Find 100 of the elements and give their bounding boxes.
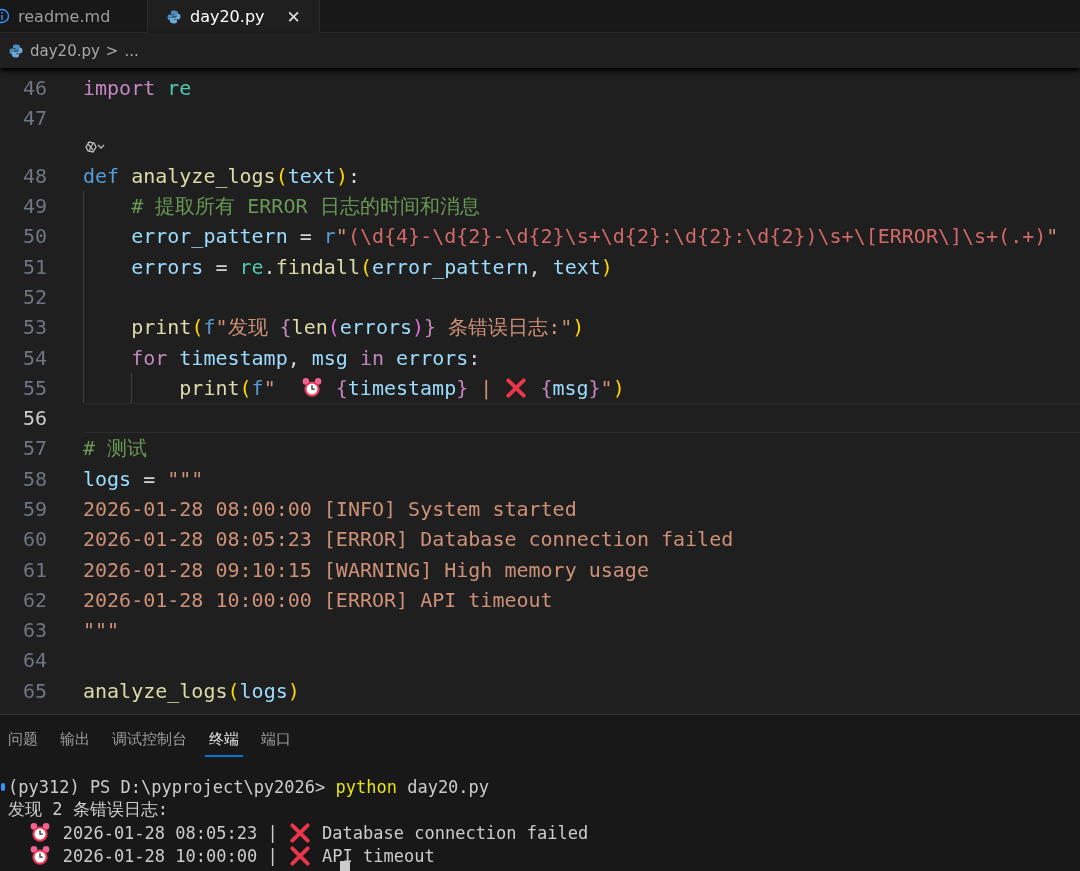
keyword: for xyxy=(131,345,168,370)
line-number: 46 xyxy=(21,76,47,101)
brace: } xyxy=(588,375,601,400)
line-number: 48 xyxy=(21,163,47,188)
function-name: print xyxy=(131,315,192,340)
bracket: ( xyxy=(359,254,372,279)
variable-name: logs xyxy=(239,678,288,703)
line-number: 58 xyxy=(21,466,47,491)
code-text: . xyxy=(263,254,276,279)
line-number: 62 xyxy=(21,587,47,612)
code-text: , xyxy=(287,345,300,370)
tab-label: readme.md xyxy=(18,6,111,26)
function-name: len xyxy=(291,315,328,340)
variable-name: logs xyxy=(83,466,132,491)
terminal-text: 2026-01-28 08:05:23 | xyxy=(62,822,278,843)
variable-name: error_pattern xyxy=(131,224,288,249)
terminal-text: Database connection failed xyxy=(322,822,589,843)
editor-tab[interactable]: readme.md xyxy=(0,0,148,32)
line-number: 64 xyxy=(21,648,47,673)
terminal-text: 2026-01-28 10:00:00 | xyxy=(62,845,278,866)
string-literal: " xyxy=(600,375,613,400)
string-literal: """ xyxy=(83,618,120,643)
string-literal: "发现 xyxy=(215,313,268,341)
variable-name: error_pattern xyxy=(372,254,529,279)
variable-name: text xyxy=(287,163,336,188)
module-name: re xyxy=(167,76,192,101)
line-number: 49 xyxy=(21,194,47,219)
brace: } xyxy=(424,315,437,340)
variable-name: timestamp xyxy=(179,345,288,370)
variable-name: errors xyxy=(396,345,469,370)
brace: } xyxy=(456,375,469,400)
terminal-text: (py312) PS D:\pyproject\py2026> xyxy=(8,776,326,797)
code-comment: # 提取所有 ERROR 日志的时间和消息 xyxy=(131,192,480,220)
editor-tab[interactable]: day20.py ✕ xyxy=(148,0,320,33)
line-number: 53 xyxy=(21,315,47,340)
bracket: ( xyxy=(191,315,204,340)
breadcrumb-item[interactable]: ... xyxy=(124,41,139,60)
variable-name: timestamp xyxy=(347,375,457,400)
function-name: print xyxy=(179,375,240,400)
bracket: ) xyxy=(287,678,300,703)
string-literal: " xyxy=(1046,224,1059,249)
code-text: : xyxy=(468,345,481,370)
panel-tab[interactable]: 问题 xyxy=(4,719,52,757)
terminal-text: 发现 2 条错误日志: xyxy=(8,798,168,821)
string-literal: 2026-01-28 10:00:00 [ERROR] API timeout xyxy=(83,587,553,612)
keyword: in xyxy=(359,345,384,370)
breadcrumb-item[interactable]: day20.py xyxy=(30,41,100,60)
terminal-text: day20.py xyxy=(407,776,490,797)
keyword: import xyxy=(83,76,156,101)
bracket: ( xyxy=(327,315,340,340)
string-literal: """ xyxy=(167,466,204,491)
code-comment: # 测试 xyxy=(83,434,148,462)
brace: { xyxy=(279,315,292,340)
string-literal: " xyxy=(335,224,348,249)
keyword: def xyxy=(83,163,120,188)
string-literal: | xyxy=(480,375,493,400)
string-literal: " xyxy=(263,375,276,400)
keyword: r xyxy=(323,224,336,249)
line-number: 47 xyxy=(21,106,47,131)
line-number: 60 xyxy=(21,527,47,552)
bracket: ) xyxy=(600,254,613,279)
bracket: ) xyxy=(335,163,348,188)
string-literal: 条错误日志:" xyxy=(448,313,573,341)
keyword: f xyxy=(251,375,264,400)
line-number: 54 xyxy=(21,345,47,370)
line-number: 50 xyxy=(21,224,47,249)
panel-tab[interactable]: 调试控制台 xyxy=(108,719,201,757)
bracket: ( xyxy=(275,163,288,188)
line-number: 59 xyxy=(21,497,47,521)
brace: { xyxy=(335,375,348,400)
close-button[interactable]: ✕ xyxy=(272,6,301,27)
variable-name: msg xyxy=(311,345,348,370)
bracket: ) xyxy=(572,315,585,340)
panel-tab[interactable]: 终端 xyxy=(205,719,243,757)
line-number: 65 xyxy=(21,678,47,703)
keyword: f xyxy=(203,315,216,340)
variable-name: errors xyxy=(339,315,412,340)
line-number: 56 xyxy=(21,406,47,431)
string-literal: 2026-01-28 08:00:00 [INFO] System started xyxy=(83,497,577,521)
tab-label: day20.py xyxy=(190,7,265,26)
code-text: = xyxy=(143,466,156,491)
code-text: : xyxy=(347,163,360,188)
bracket: ( xyxy=(227,678,240,703)
bracket: ) xyxy=(412,315,425,340)
panel-tab[interactable]: 输出 xyxy=(56,719,104,757)
code-text: , xyxy=(528,254,541,279)
line-number: 61 xyxy=(21,557,47,582)
bracket: ) xyxy=(612,375,625,400)
brace: { xyxy=(540,375,553,400)
string-literal: 2026-01-28 08:05:23 [ERROR] Database connection failed xyxy=(83,527,734,552)
variable-name: text xyxy=(552,254,601,279)
line-number: 63 xyxy=(21,618,47,643)
line-number: 57 xyxy=(21,436,47,461)
variable-name: errors xyxy=(131,254,204,279)
function-name: analyze_logs xyxy=(131,163,276,188)
line-number: 55 xyxy=(21,375,47,400)
line-number: 52 xyxy=(21,284,47,309)
bracket: ( xyxy=(239,375,252,400)
panel-tab[interactable]: 端口 xyxy=(257,719,305,757)
variable-name: msg xyxy=(552,375,589,400)
